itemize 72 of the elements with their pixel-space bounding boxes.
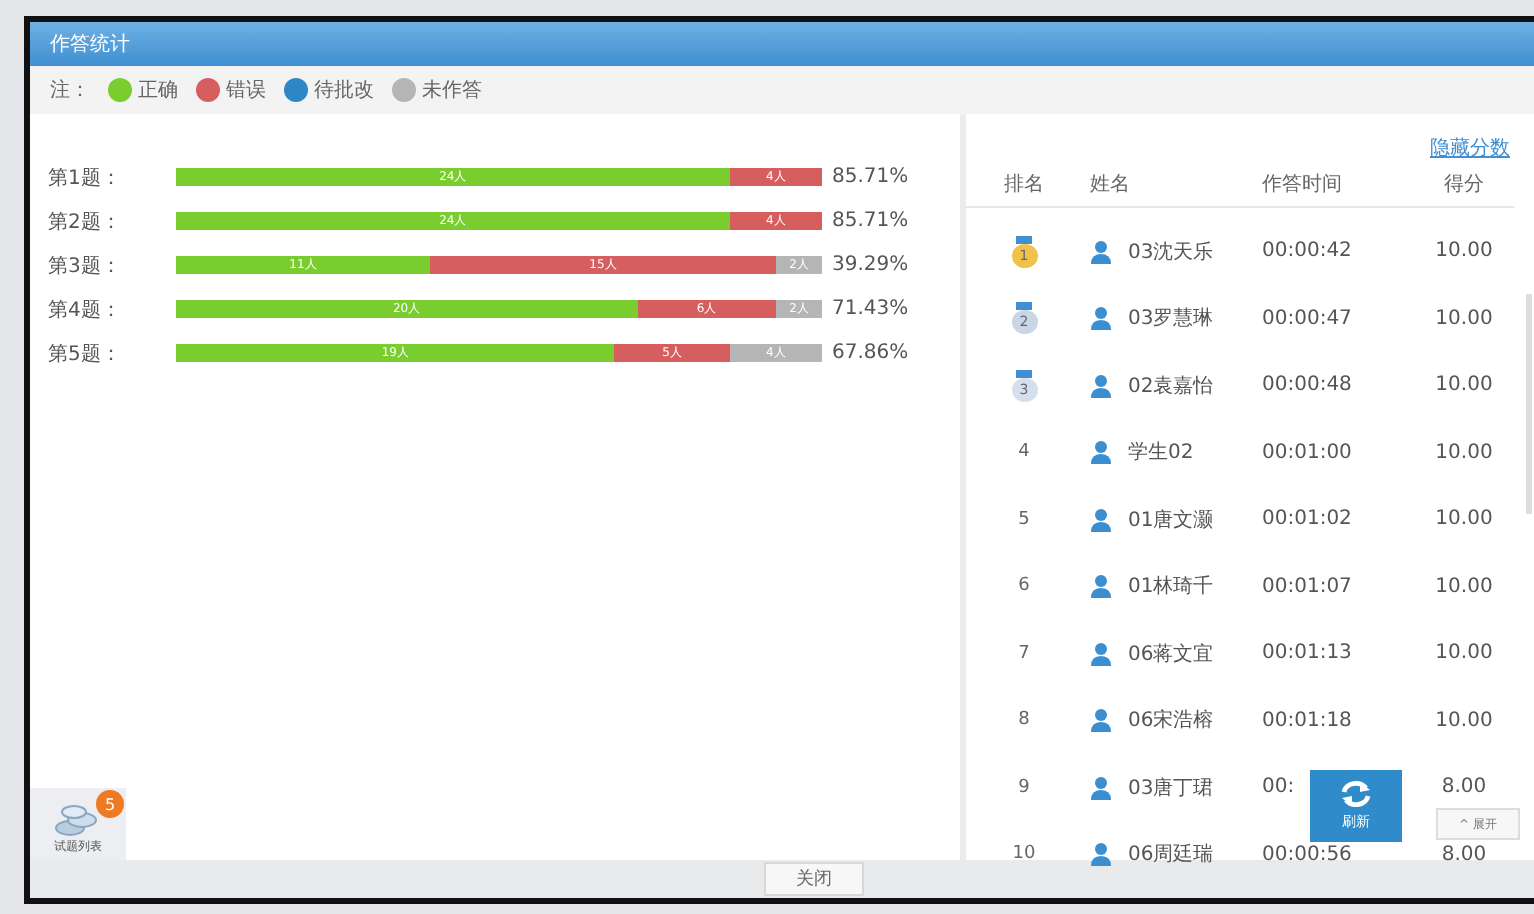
answer-time: 00:01:00 (1262, 441, 1352, 464)
student-name: 03唐丁珺 (1128, 775, 1214, 802)
answer-time: 00:01:13 (1262, 642, 1352, 665)
column-header: 姓名 (1088, 172, 1132, 198)
score: 10.00 (1433, 642, 1495, 665)
refresh-icon (1340, 780, 1372, 808)
rank-number: 7 (1018, 643, 1030, 664)
user-icon (1090, 507, 1112, 532)
legend-text: 正确 (138, 78, 178, 104)
student-name: 06宋浩榕 (1128, 707, 1214, 735)
score: 10.00 (1433, 508, 1495, 531)
rank-number: 10 (1012, 844, 1036, 865)
answer-time: 00:00:56 (1262, 843, 1352, 866)
score: 10.00 (1433, 374, 1495, 397)
answer-time: 00:01:02 (1262, 508, 1352, 531)
student-name: 02袁嘉怡 (1128, 373, 1214, 400)
column-header: 得分 (1442, 172, 1486, 198)
student-name: 01唐文灏 (1128, 507, 1214, 534)
answer-time: 00:00:47 (1262, 307, 1352, 330)
close-button[interactable]: 关闭 (764, 862, 864, 896)
student-name: 01林琦千 (1128, 573, 1214, 601)
question-label: 第1题： (46, 165, 123, 191)
rank-number: 5 (1018, 509, 1030, 530)
legend-label: 注： (50, 77, 90, 104)
rank-number: 4 (1018, 442, 1030, 463)
correct-rate: 39.29% (832, 254, 909, 276)
user-icon (1090, 574, 1112, 599)
user-icon (1090, 239, 1112, 264)
student-name: 03罗慧琳 (1128, 305, 1214, 333)
rank-number: 8 (1018, 710, 1030, 731)
score: 10.00 (1433, 575, 1495, 598)
user-icon (1090, 373, 1112, 398)
user-icon (1090, 708, 1112, 733)
scrollbar[interactable] (1526, 294, 1532, 514)
user-icon (1090, 306, 1112, 331)
count-badge: 5 (96, 790, 124, 818)
student-name: 06蒋文宜 (1128, 641, 1214, 668)
user-icon (1090, 440, 1112, 465)
question-label: 第3题： (46, 253, 123, 279)
rank-number: 9 (1018, 777, 1030, 798)
score: 10.00 (1433, 240, 1495, 263)
user-icon (1090, 842, 1112, 867)
hide-scores-link[interactable]: 隐藏分数 (1430, 134, 1510, 162)
answer-time: 00:01:07 (1262, 575, 1352, 598)
column-header: 排名 (1002, 171, 1046, 198)
score: 8.00 (1439, 843, 1489, 866)
user-icon (1090, 641, 1112, 666)
answer-time: 00: (1262, 776, 1295, 799)
window-title: 作答统计 (50, 31, 130, 58)
correct-rate: 85.71% (832, 210, 909, 232)
question-label: 第4题： (46, 297, 123, 323)
rank-number: 6 (1018, 576, 1030, 597)
score: 8.00 (1439, 776, 1489, 799)
legend-text: 未作答 (422, 77, 482, 104)
student-name: 学生02 (1128, 439, 1194, 467)
correct-rate: 67.86% (832, 342, 909, 364)
user-icon (1090, 775, 1112, 800)
answer-time: 00:00:48 (1262, 374, 1352, 397)
score: 10.00 (1433, 307, 1495, 330)
correct-rate: 71.43% (832, 298, 909, 320)
student-name: 03沈天乐 (1128, 239, 1214, 266)
question-label: 第2题： (46, 209, 123, 235)
legend-text: 错误 (226, 78, 266, 104)
correct-rate: 85.71% (832, 166, 909, 188)
column-header: 作答时间 (1260, 171, 1344, 198)
answer-time: 00:01:18 (1262, 709, 1352, 732)
question-label: 第5题： (46, 341, 123, 367)
score: 10.00 (1433, 441, 1495, 464)
answer-time: 00:00:42 (1262, 240, 1352, 263)
student-name: 06周廷瑞 (1128, 841, 1214, 869)
legend-text: 待批改 (314, 77, 374, 104)
score: 10.00 (1433, 709, 1495, 732)
